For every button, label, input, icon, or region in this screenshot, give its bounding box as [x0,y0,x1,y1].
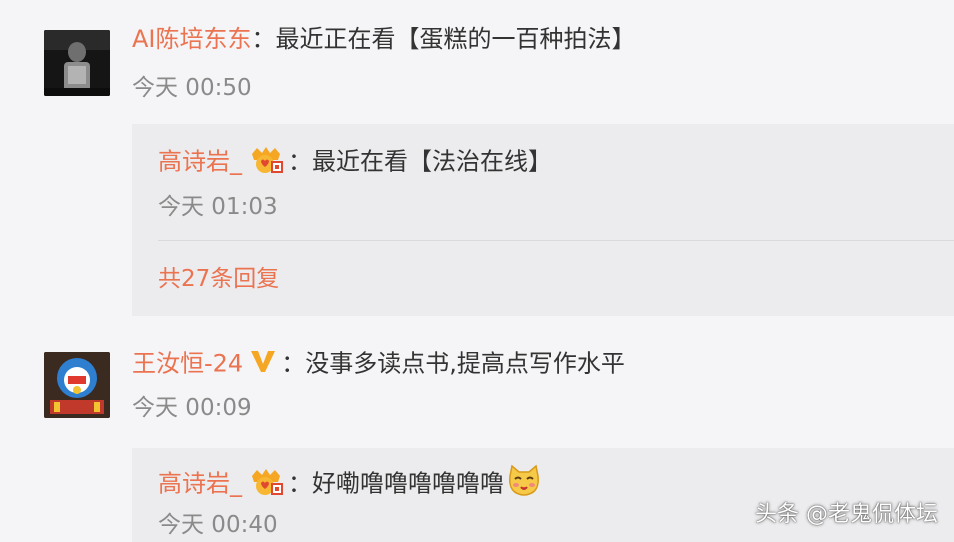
reply-timestamp: 今天 00:40 [158,512,278,538]
more-replies-link[interactable]: 共27条回复 [158,264,279,294]
comment-timestamp: 今天 00:09 [132,395,252,421]
crown-heart-badge-icon [248,144,284,181]
username-link[interactable]: AI陈培东东 [132,25,252,53]
colon-separator: ： [288,469,312,498]
crown-heart-badge-icon [248,466,284,503]
reply-username-link[interactable]: 高诗岩_ [158,470,242,498]
avatar[interactable] [44,352,110,418]
comment-text: 没事多读点书,提高点写作水平 [305,349,625,378]
verified-v-badge-icon [249,348,277,381]
divider [158,240,954,241]
comment-line: AI陈培东东：最近正在看【蛋糕的一百种拍法】 [132,24,636,54]
reply-line: 高诗岩_ ：最近在看【法治在线】 [158,144,552,181]
colon-separator: ： [251,25,276,53]
comment-line: 王汝恒-24 ：没事多读点书,提高点写作水平 [132,348,625,381]
username-link[interactable]: 王汝恒-24 [132,350,243,378]
reply-username-link[interactable]: 高诗岩_ [158,148,242,176]
colon-separator: ： [281,349,306,378]
comment-text: 最近正在看【蛋糕的一百种拍法】 [275,25,636,53]
reply-text: 最近在看【法治在线】 [312,147,552,176]
avatar[interactable] [44,30,110,96]
reply-box: 高诗岩_ ：最近在看【法治在线】 今天 01:03 共27条回复 [132,124,954,316]
reply-line: 高诗岩_ ：好嘞噜噜噜噜噜噜 [158,464,542,505]
cat-face-emoji-icon [506,464,542,505]
reply-timestamp: 今天 01:03 [158,194,278,220]
comment-thread: AI陈培东东：最近正在看【蛋糕的一百种拍法】 今天 00:50 高诗岩_ ：最近… [0,0,954,542]
watermark-text: 头条 @老鬼侃体坛 [755,502,938,527]
colon-separator: ： [288,147,312,176]
comment-timestamp: 今天 00:50 [132,75,252,101]
reply-text: 好嘞噜噜噜噜噜噜 [312,469,504,498]
